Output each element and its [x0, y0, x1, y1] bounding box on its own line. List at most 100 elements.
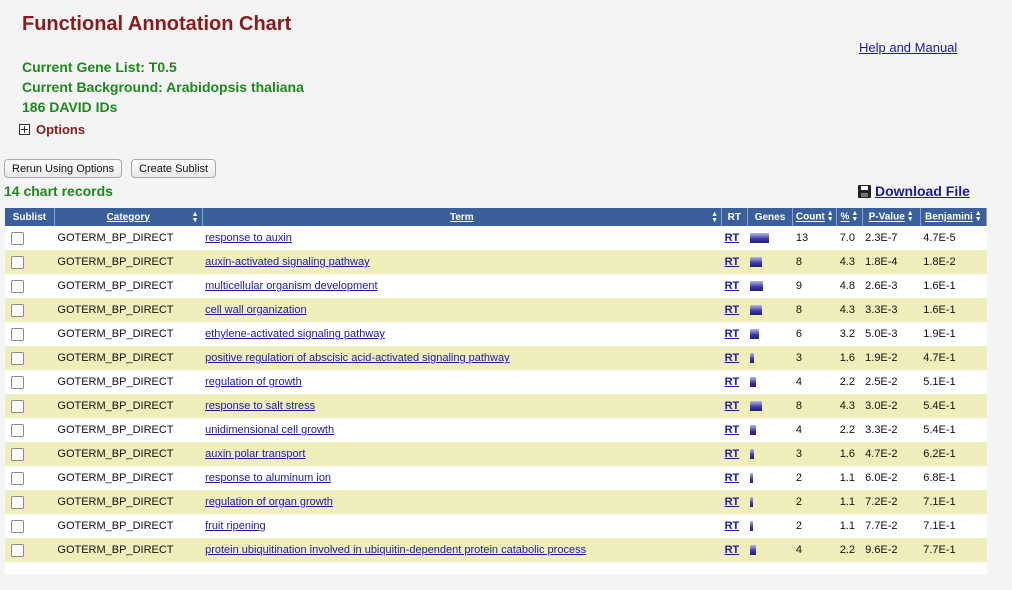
row-checkbox[interactable] — [11, 375, 24, 389]
rt-link[interactable]: RT — [725, 304, 740, 316]
gene-bar-icon[interactable] — [750, 305, 763, 316]
genes-cell — [747, 394, 793, 418]
category-cell: GOTERM_BP_DIRECT — [54, 346, 203, 370]
create-sublist-button[interactable]: Create Sublist — [131, 159, 217, 178]
percent-cell: 1.6 — [836, 442, 863, 466]
sublist-cell — [5, 250, 55, 274]
gene-bar-icon[interactable] — [750, 545, 757, 556]
header-pvalue-label: P-Value — [868, 211, 905, 223]
row-checkbox[interactable] — [11, 471, 24, 485]
rt-link[interactable]: RT — [725, 232, 740, 244]
gene-bar-icon[interactable] — [750, 521, 754, 532]
header-sublist: Sublist — [5, 208, 55, 226]
header-pvalue[interactable]: P-Value ▲ ▼ — [862, 208, 921, 226]
gene-bar-icon[interactable] — [750, 497, 754, 508]
sort-arrows-icon: ▲ ▼ — [826, 210, 834, 223]
row-checkbox[interactable] — [11, 303, 24, 317]
row-checkbox[interactable] — [11, 399, 24, 413]
rt-link[interactable]: RT — [725, 448, 740, 460]
rt-link[interactable]: RT — [725, 328, 740, 340]
term-link[interactable]: regulation of organ growth — [205, 496, 333, 508]
expand-plus-icon — [19, 124, 30, 135]
term-link[interactable]: protein ubiquitination involved in ubiqu… — [205, 544, 586, 556]
row-checkbox[interactable] — [11, 231, 24, 245]
term-link[interactable]: response to salt stress — [205, 400, 315, 412]
percent-cell: 2.2 — [836, 538, 863, 562]
rt-link[interactable]: RT — [725, 496, 740, 508]
count-cell: 8 — [792, 298, 837, 322]
gene-bar-icon[interactable] — [750, 353, 755, 364]
genes-cell — [747, 442, 793, 466]
rt-link[interactable]: RT — [725, 520, 740, 532]
term-link[interactable]: unidimensional cell growth — [205, 424, 334, 436]
header-category-label: Category — [106, 211, 150, 223]
gene-bar-icon[interactable] — [750, 233, 770, 244]
gene-bar-icon[interactable] — [750, 329, 760, 340]
count-cell: 6 — [792, 322, 837, 346]
row-checkbox[interactable] — [11, 255, 24, 269]
sublist-cell — [5, 442, 55, 466]
percent-cell: 3.2 — [836, 322, 863, 346]
benjamini-cell: 1.9E-1 — [920, 322, 987, 346]
percent-cell: 2.2 — [836, 370, 863, 394]
term-link[interactable]: response to aluminum ion — [205, 472, 331, 484]
rerun-using-options-button[interactable]: Rerun Using Options — [4, 159, 123, 178]
rt-cell: RT — [721, 394, 748, 418]
term-link[interactable]: auxin polar transport — [205, 448, 305, 460]
row-checkbox[interactable] — [11, 543, 24, 557]
term-link[interactable]: response to auxin — [205, 232, 292, 244]
rt-link[interactable]: RT — [725, 400, 740, 412]
header-category[interactable]: Category ▲ ▼ — [54, 208, 203, 226]
row-checkbox[interactable] — [11, 447, 24, 461]
term-link[interactable]: multicellular organism development — [205, 280, 377, 292]
rt-link[interactable]: RT — [725, 544, 740, 556]
gene-bar-icon[interactable] — [750, 449, 755, 460]
gene-bar-icon[interactable] — [750, 257, 763, 268]
row-checkbox[interactable] — [11, 519, 24, 533]
row-checkbox[interactable] — [11, 423, 24, 437]
help-manual-link[interactable]: Help and Manual — [859, 40, 957, 55]
pvalue-cell: 2.3E-7 — [862, 226, 921, 250]
gene-bar-icon[interactable] — [750, 401, 763, 412]
percent-cell: 1.1 — [836, 514, 863, 538]
genes-cell — [747, 322, 793, 346]
row-checkbox[interactable] — [11, 495, 24, 509]
term-link[interactable]: auxin-activated signaling pathway — [205, 256, 370, 268]
count-cell: 3 — [792, 346, 837, 370]
header-count[interactable]: Count ▲ ▼ — [792, 208, 838, 226]
rt-link[interactable]: RT — [725, 352, 740, 364]
rt-link[interactable]: RT — [725, 472, 740, 484]
table-row: GOTERM_BP_DIRECT cell wall organization RT… — [5, 298, 987, 322]
pvalue-cell: 7.7E-2 — [862, 514, 921, 538]
term-cell: fruit ripening — [202, 514, 722, 538]
term-link[interactable]: regulation of growth — [205, 376, 302, 388]
rt-link[interactable]: RT — [725, 256, 740, 268]
options-toggle[interactable]: Options — [19, 122, 85, 137]
term-link[interactable]: ethylene-activated signaling pathway — [205, 328, 385, 340]
gene-bar-icon[interactable] — [750, 473, 754, 484]
rt-link[interactable]: RT — [725, 424, 740, 436]
term-link[interactable]: positive regulation of abscisic acid-act… — [205, 352, 510, 364]
row-checkbox[interactable] — [11, 279, 24, 293]
genes-cell — [747, 346, 793, 370]
header-benjamini[interactable]: Benjamini ▲ ▼ — [920, 208, 988, 226]
download-file-link[interactable]: Download File — [858, 183, 970, 199]
sublist-cell — [5, 346, 55, 370]
header-term[interactable]: Term ▲ ▼ — [202, 208, 723, 226]
term-cell: unidimensional cell growth — [202, 418, 722, 442]
table-row: GOTERM_BP_DIRECT regulation of organ grow… — [5, 490, 987, 514]
gene-bar-icon[interactable] — [750, 281, 764, 292]
term-link[interactable]: cell wall organization — [205, 304, 307, 316]
rt-link[interactable]: RT — [725, 376, 740, 388]
rt-link[interactable]: RT — [725, 280, 740, 292]
percent-cell: 1.6 — [836, 346, 863, 370]
row-checkbox[interactable] — [11, 327, 24, 341]
pvalue-cell: 1.9E-2 — [862, 346, 921, 370]
row-checkbox[interactable] — [11, 351, 24, 365]
header-percent[interactable]: % ▲ ▼ — [836, 208, 863, 226]
pvalue-cell: 7.2E-2 — [862, 490, 921, 514]
gene-bar-icon[interactable] — [750, 425, 757, 436]
gene-bar-icon[interactable] — [750, 377, 757, 388]
term-link[interactable]: fruit ripening — [205, 520, 266, 532]
rt-cell: RT — [721, 346, 748, 370]
